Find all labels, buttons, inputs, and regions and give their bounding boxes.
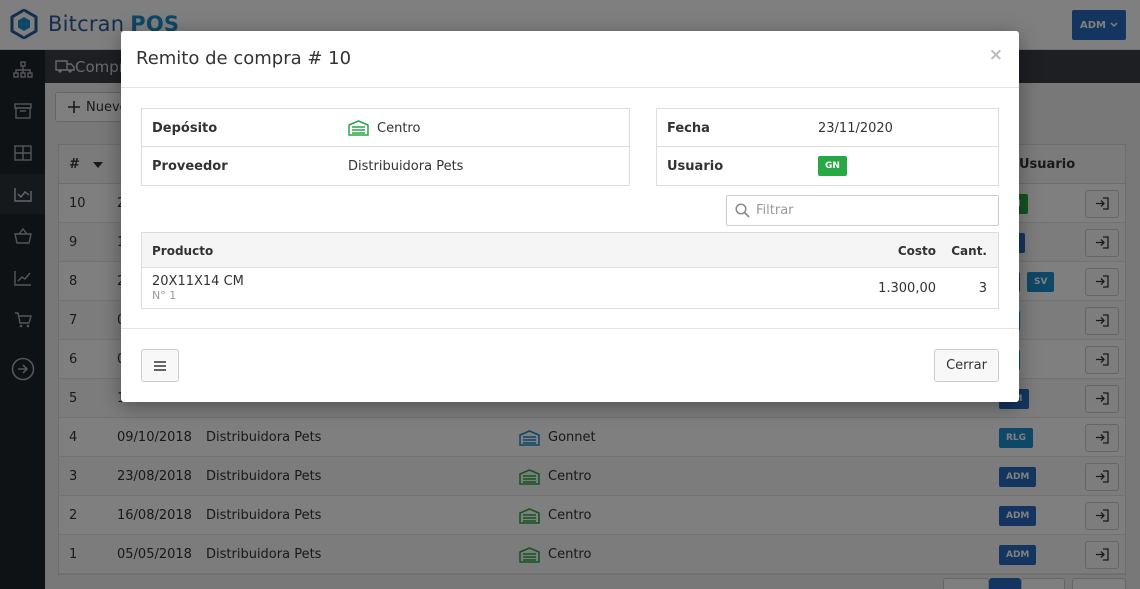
- col-header-product: Producto: [152, 243, 214, 258]
- receipt-info-left: Depósito Centro Proveedor Distribuidora …: [141, 108, 630, 186]
- fecha-label: Fecha: [667, 120, 710, 136]
- proveedor-row: Proveedor Distribuidora Pets: [142, 147, 629, 185]
- modal-footer: Cerrar: [121, 328, 1019, 402]
- close-button[interactable]: Cerrar: [934, 349, 999, 382]
- products-table-header: Producto Costo Cant.: [142, 233, 998, 268]
- proveedor-value: Distribuidora Pets: [348, 158, 464, 174]
- usuario-row: Usuario GN: [657, 147, 998, 185]
- modal-header: Remito de compra # 10 ×: [121, 31, 1019, 88]
- products-table: Producto Costo Cant. 20X11X14 CM N° 1 1.…: [141, 232, 999, 309]
- usuario-value: GN: [818, 147, 847, 185]
- product-cell: 20X11X14 CM N° 1: [152, 268, 244, 308]
- search-icon: [735, 203, 750, 218]
- product-cost: 1.300,00: [878, 280, 936, 296]
- deposito-row: Depósito Centro: [142, 109, 629, 147]
- receipt-info-right: Fecha 23/11/2020 Usuario GN: [656, 108, 999, 186]
- col-header-cost: Costo: [897, 243, 936, 258]
- modal-title: Remito de compra # 10: [136, 48, 352, 69]
- table-row: 20X11X14 CM N° 1 1.300,00 3: [142, 268, 998, 308]
- fecha-value: 23/11/2020: [818, 120, 893, 136]
- options-menu-button[interactable]: [141, 349, 179, 382]
- product-sub: N° 1: [152, 289, 177, 302]
- modal-close-icon[interactable]: ×: [989, 45, 1003, 65]
- usuario-label: Usuario: [667, 158, 724, 174]
- fecha-row: Fecha 23/11/2020: [657, 109, 998, 147]
- warehouse-icon: [348, 120, 369, 136]
- purchase-receipt-modal: Remito de compra # 10 × Depósito Centro …: [121, 31, 1019, 402]
- hamburger-icon: [154, 360, 166, 371]
- proveedor-label: Proveedor: [152, 158, 228, 174]
- deposito-label: Depósito: [152, 120, 218, 136]
- user-badge: GN: [818, 156, 847, 176]
- product-qty: 3: [978, 280, 987, 296]
- deposito-value: Centro: [348, 109, 420, 147]
- col-header-qty: Cant.: [951, 243, 987, 258]
- product-name: 20X11X14 CM: [152, 274, 244, 289]
- filter-field[interactable]: [726, 195, 999, 226]
- filter-input[interactable]: [756, 203, 986, 218]
